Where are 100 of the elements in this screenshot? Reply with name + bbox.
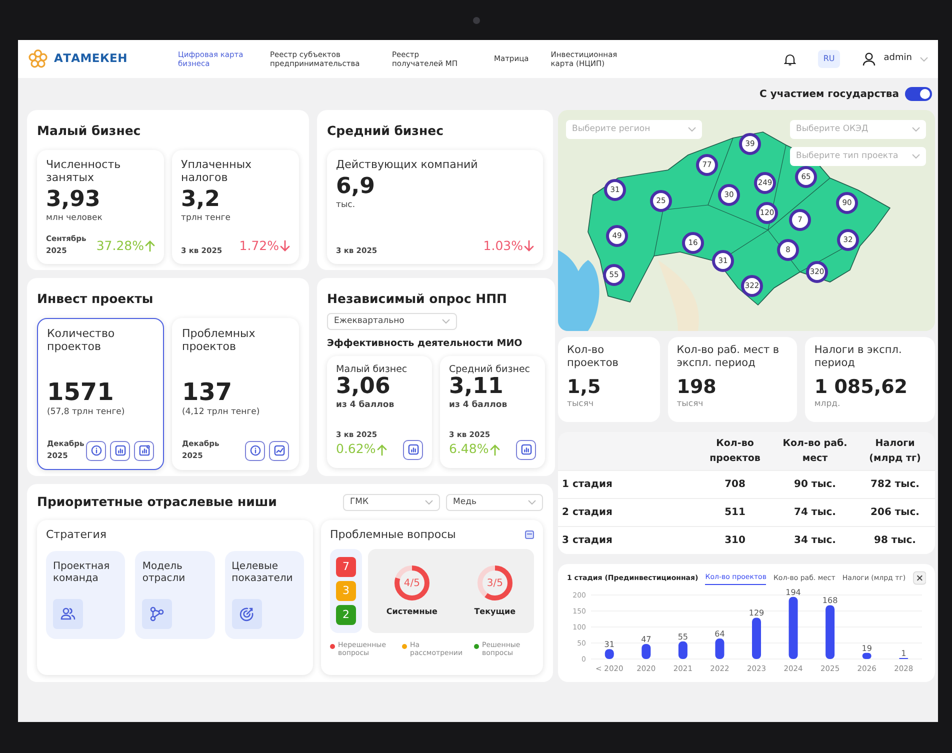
chevron-down-icon <box>442 318 450 324</box>
bar[interactable] <box>715 638 724 660</box>
kpi-label: Налоги в экспл. период <box>814 344 903 371</box>
column-header: Кол-во раб. мест <box>775 432 855 471</box>
data-label: 194 <box>786 588 801 598</box>
ring-label: Системные <box>386 606 438 618</box>
tile-label: Модель отрасли <box>142 560 186 585</box>
language-selector[interactable]: RU <box>818 50 840 68</box>
table-cell: 98 тыс. <box>855 526 935 554</box>
metric-label: Средний бизнес <box>449 364 532 376</box>
strategy-tile[interactable]: Целевые показатели <box>224 550 304 639</box>
bar-chart-icon <box>408 444 418 456</box>
metric-value: 3,2 <box>181 188 221 212</box>
report-icon <box>274 445 284 456</box>
metric-unit: из 4 баллов <box>336 399 396 412</box>
count-badge: 7 <box>336 556 356 577</box>
metric-note: (57,8 трлн тенге) <box>47 406 126 418</box>
bar[interactable] <box>678 642 688 660</box>
metric-label: Уплаченных налогов <box>181 158 253 184</box>
panel-title: Инвест проекты <box>37 290 154 308</box>
ring-label: Текущие <box>474 606 516 618</box>
table-cell: 310 <box>695 526 775 554</box>
user-name[interactable]: admin <box>884 52 912 66</box>
strategy-tile[interactable]: Проектная команда <box>46 550 126 639</box>
change-percent: 6.48% <box>449 440 489 458</box>
data-label: 129 <box>748 609 764 618</box>
period-dropdown[interactable]: Ежеквартально <box>327 312 457 330</box>
metric-label: Проблемных проектов <box>182 326 256 354</box>
info-icon <box>250 445 260 456</box>
chevron-down-icon <box>920 56 928 62</box>
count-badge: 2 <box>336 604 356 625</box>
metric-value: 137 <box>182 379 234 406</box>
toggle-switch[interactable] <box>905 87 932 101</box>
strategy-tile[interactable]: Модель отрасли <box>135 550 215 639</box>
change-percent: 1.72% <box>239 237 279 255</box>
column-header: Налоги (млрд тг) <box>855 432 935 471</box>
data-label: 55 <box>678 632 688 642</box>
icon-button[interactable] <box>134 440 154 461</box>
chevron-down-icon <box>688 126 696 132</box>
toggle-label: С участием государства <box>760 88 899 102</box>
info-icon <box>90 445 102 456</box>
change-percent: 37.28% <box>96 237 144 255</box>
section-subtitle: Эффективность деятельности МИО <box>327 336 524 350</box>
chevron-down-icon <box>912 126 920 132</box>
icon-button[interactable] <box>269 440 289 461</box>
dropdown[interactable]: ГМК <box>343 494 440 511</box>
change-percent: 1.03% <box>483 237 523 255</box>
dropdown[interactable]: Медь <box>446 494 543 511</box>
bell-icon[interactable] <box>784 52 796 66</box>
metric-unit: тыс. <box>336 199 356 212</box>
bar[interactable] <box>604 649 614 660</box>
icon-button[interactable] <box>86 440 106 461</box>
data-label: 64 <box>714 630 725 639</box>
table-cell: 90 тыс. <box>775 470 855 499</box>
row-label: 1 стадия <box>558 470 695 499</box>
metric-label: Малый бизнес <box>336 364 408 376</box>
metric-label: Количество проектов <box>47 326 116 354</box>
bar[interactable] <box>752 618 761 660</box>
column-header: Кол-во проектов <box>695 432 775 471</box>
metric-unit: трлн тенге <box>181 212 232 226</box>
table-cell: 708 <box>695 470 775 499</box>
panel-title: Средний бизнес <box>327 122 444 140</box>
count-badge: 3 <box>336 580 356 601</box>
icon-button[interactable] <box>245 440 265 461</box>
data-label: 19 <box>862 644 872 654</box>
bar[interactable] <box>826 606 835 660</box>
close-icon[interactable] <box>912 571 926 586</box>
bar[interactable] <box>788 597 798 660</box>
progress-ring <box>474 563 515 604</box>
target-icon <box>238 606 255 622</box>
bar[interactable] <box>862 653 872 660</box>
panel-title: Приоритетные отраслевые ниши <box>37 493 277 511</box>
kpi-unit: тысяч <box>567 398 594 411</box>
metric-value: 6,9 <box>336 174 376 200</box>
row-label: 3 стадия <box>558 526 695 554</box>
panel-title: Малый бизнес <box>37 122 142 140</box>
icon-button[interactable] <box>403 440 423 460</box>
card-title: Проблемные вопросы <box>330 528 456 541</box>
icon-button[interactable] <box>516 440 536 460</box>
bar-chart-icon <box>114 445 126 456</box>
kpi-label: Кол-во раб. мест в экспл. период <box>676 344 780 371</box>
table-cell: 511 <box>695 498 775 527</box>
metric-note: (4,12 трлн тенге) <box>182 406 261 418</box>
kpi-unit: тысяч <box>676 398 704 411</box>
data-label: 47 <box>641 635 652 644</box>
data-label: 168 <box>822 596 838 606</box>
icon-button[interactable] <box>110 440 130 461</box>
kpi-value: 198 <box>676 377 718 398</box>
change-percent: 0.62% <box>336 440 376 458</box>
bar[interactable] <box>642 644 651 660</box>
data-label: 31 <box>604 640 614 650</box>
table-cell: 34 тыс. <box>775 526 855 554</box>
chart-icon <box>138 445 150 456</box>
kpi-value: 1,5 <box>567 377 602 398</box>
bar-chart-icon <box>520 444 532 456</box>
arrow-up-icon <box>376 444 387 456</box>
metric-value: 1571 <box>47 379 115 406</box>
data-label: 1 <box>901 649 906 658</box>
metric-value: 3,93 <box>46 188 102 212</box>
card-title: Стратегия <box>46 528 108 541</box>
